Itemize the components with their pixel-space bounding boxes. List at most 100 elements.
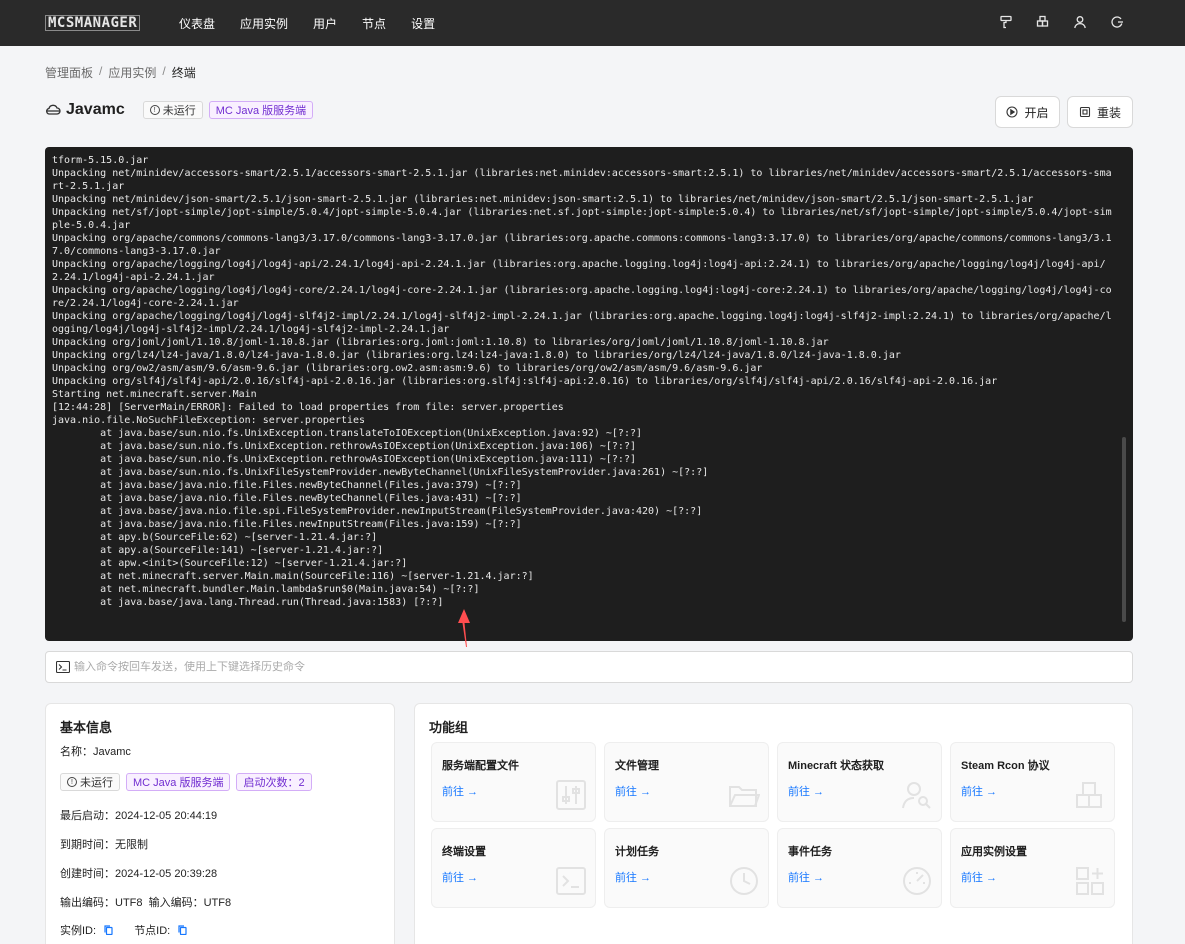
breadcrumb-panel[interactable]: 管理面板 — [45, 64, 93, 81]
fn-goto-link[interactable]: 前往 → — [442, 783, 478, 799]
basic-info-title: 基本信息 — [60, 720, 113, 735]
terminal-line: tform-5.15.0.jar — [52, 155, 149, 166]
terminal-output[interactable]: tform-5.15.0.jar Unpacking net/minidev/ac… — [45, 147, 1133, 641]
instance-name: 名称：Javamc — [60, 746, 131, 758]
start-button-label: 开启 — [1024, 105, 1049, 120]
reinstall-button-label: 重装 — [1096, 105, 1121, 120]
terminal-line: at java.base/sun.nio.fs.UnixException.re… — [52, 454, 636, 465]
fn-goto-link[interactable]: 前往 → — [788, 783, 824, 799]
function-group-card: 功能组 服务端配置文件 前往 → 文件管理 前往 → Minecraft 状态获… — [414, 703, 1133, 944]
sliders-icon — [556, 780, 586, 810]
paint-brush-icon[interactable] — [998, 14, 1014, 30]
command-input[interactable] — [74, 661, 1132, 673]
nav-item-settings[interactable]: 设置 — [411, 15, 435, 32]
breadcrumb: 管理面板 / 应用实例 / 终端 — [45, 64, 196, 81]
fn-title: Minecraft 状态获取 — [788, 760, 884, 772]
nav-actions — [998, 14, 1125, 30]
user-search-icon — [902, 782, 931, 809]
breadcrumb-instances[interactable]: 应用实例 — [108, 64, 156, 81]
breadcrumb-separator: / — [99, 64, 103, 78]
fn-event-tasks[interactable]: 事件任务 前往 → — [777, 828, 942, 908]
terminal-line: Unpacking net/minidev/accessors-smart/2.… — [52, 168, 1112, 192]
terminal-icon — [56, 661, 70, 673]
nav-item-users[interactable]: 用户 — [313, 15, 337, 32]
terminal-line: java.nio.file.NoSuchFileException: serve… — [52, 415, 366, 426]
start-button[interactable]: 开启 — [995, 96, 1060, 128]
terminal-line: [12:44:28] [ServerMain/ERROR]: Failed to… — [52, 402, 564, 413]
instance-id-label: 实例ID: — [60, 925, 97, 937]
annotation-arrow-icon — [458, 609, 470, 647]
terminal-line: at java.base/sun.nio.fs.UnixFileSystemPr… — [52, 467, 709, 478]
terminal-line: Unpacking org/joml/joml/1.10.8/joml-1.10… — [52, 337, 829, 348]
node-id-label: 节点ID: — [134, 925, 171, 937]
terminal-line: at apw.<init>(SourceFile:12) ~[server-1.… — [52, 558, 408, 569]
nav-item-nodes[interactable]: 节点 — [362, 15, 386, 32]
copy-icon[interactable] — [104, 925, 113, 935]
fn-goto-link[interactable]: 前往 → — [615, 869, 651, 885]
terminal-line: at net.minecraft.bundler.Main.lambda$run… — [52, 584, 480, 595]
terminal-scrollbar[interactable] — [1122, 437, 1126, 622]
terminal-line: Unpacking net/sf/jopt-simple/jopt-simple… — [52, 207, 1112, 231]
cloud-icon — [46, 104, 61, 115]
terminal-line: Unpacking org/slf4j/slf4j-api/2.0.16/slf… — [52, 376, 998, 387]
blocks-icon[interactable] — [1035, 14, 1051, 30]
command-input-wrapper — [45, 651, 1133, 683]
copy-icon[interactable] — [178, 925, 187, 935]
fn-title: 应用实例设置 — [961, 846, 1027, 858]
instance-header: Javamc ! 未运行 MC Java 版服务端 — [45, 101, 319, 119]
fn-title: 事件任务 — [788, 846, 832, 858]
blocks-icon — [1076, 782, 1102, 808]
terminal-line: Unpacking org/apache/logging/log4j/log4j… — [52, 311, 1112, 335]
folder-icon — [729, 786, 760, 807]
fn-goto-link[interactable]: 前往 → — [961, 783, 997, 799]
function-group-title: 功能组 — [429, 720, 469, 735]
info-badges: ! 未运行 MC Java 版服务端 启动次数：2 — [60, 773, 318, 791]
breadcrumb-separator: / — [162, 64, 166, 78]
fn-terminal-settings[interactable]: 终端设置 前往 → — [431, 828, 596, 908]
basic-info-card: 基本信息 名称：Javamc ! 未运行 MC Java 版服务端 启动次数：2 … — [45, 703, 395, 944]
status-badge: ! 未运行 — [142, 101, 203, 119]
logo-text: MCSMANAGER — [45, 15, 141, 31]
fn-scheduled-tasks[interactable]: 计划任务 前往 → — [604, 828, 769, 908]
nav-menu: 仪表盘 应用实例 用户 节点 设置 — [179, 15, 460, 32]
terminal-line: Unpacking org/ow2/asm/asm/9.6/asm-9.6.ja… — [52, 363, 763, 374]
reinstall-button[interactable]: 重装 — [1067, 96, 1133, 128]
fn-minecraft-status[interactable]: Minecraft 状态获取 前往 → — [777, 742, 942, 822]
terminal-line: Unpacking net/minidev/json-smart/2.5.1/j… — [52, 194, 1034, 205]
fn-file-manager[interactable]: 文件管理 前往 → — [604, 742, 769, 822]
type-badge: MC Java 版服务端 — [208, 101, 314, 119]
terminal-line: at java.base/java.nio.file.Files.newByte… — [52, 493, 522, 504]
fn-goto-link[interactable]: 前往 → — [788, 869, 824, 885]
info-icon: ! — [149, 105, 160, 115]
terminal-line: at java.base/java.nio.file.Files.newInpu… — [52, 519, 522, 530]
logo[interactable]: MCSMANAGER — [45, 15, 157, 31]
expire-time: 到期时间：无限制 — [60, 839, 148, 851]
created-time: 创建时间：2024-12-05 20:39:28 — [60, 868, 218, 880]
fn-steam-rcon[interactable]: Steam Rcon 协议 前往 → — [950, 742, 1115, 822]
status-text: 未运行 — [80, 777, 113, 789]
user-icon[interactable] — [1072, 14, 1088, 30]
fn-title: Steam Rcon 协议 — [961, 760, 1050, 772]
start-count-badge: 启动次数：2 — [236, 773, 312, 791]
instance-title: Javamc — [66, 101, 125, 118]
reinstall-icon — [1079, 106, 1091, 118]
fn-server-config[interactable]: 服务端配置文件 前往 → — [431, 742, 596, 822]
apps-icon — [1076, 867, 1104, 895]
fn-goto-link[interactable]: 前往 → — [615, 783, 651, 799]
fn-goto-link[interactable]: 前往 → — [442, 869, 478, 885]
fn-instance-settings[interactable]: 应用实例设置 前往 → — [950, 828, 1115, 908]
encoding-info: 输出编码：UTF8 输入编码：UTF8 — [60, 897, 232, 909]
ids-line: 实例ID: 节点ID: — [60, 922, 187, 938]
logout-icon[interactable] — [1109, 14, 1125, 30]
terminal-icon — [556, 867, 586, 895]
terminal-line: Unpacking org/apache/commons/commons-lan… — [52, 233, 1112, 257]
clock-icon — [730, 867, 758, 895]
terminal-line: at java.base/java.nio.file.spi.FileSyste… — [52, 506, 703, 517]
terminal-line: Unpacking org/apache/logging/log4j/log4j… — [52, 285, 1112, 309]
terminal-line: at java.base/sun.nio.fs.UnixException.re… — [52, 441, 636, 452]
nav-item-dashboard[interactable]: 仪表盘 — [179, 15, 215, 32]
terminal-line: Starting net.minecraft.server.Main — [52, 389, 257, 400]
terminal-line: at java.base/java.nio.file.Files.newByte… — [52, 480, 522, 491]
nav-item-instances[interactable]: 应用实例 — [240, 15, 288, 32]
fn-goto-link[interactable]: 前往 → — [961, 869, 997, 885]
